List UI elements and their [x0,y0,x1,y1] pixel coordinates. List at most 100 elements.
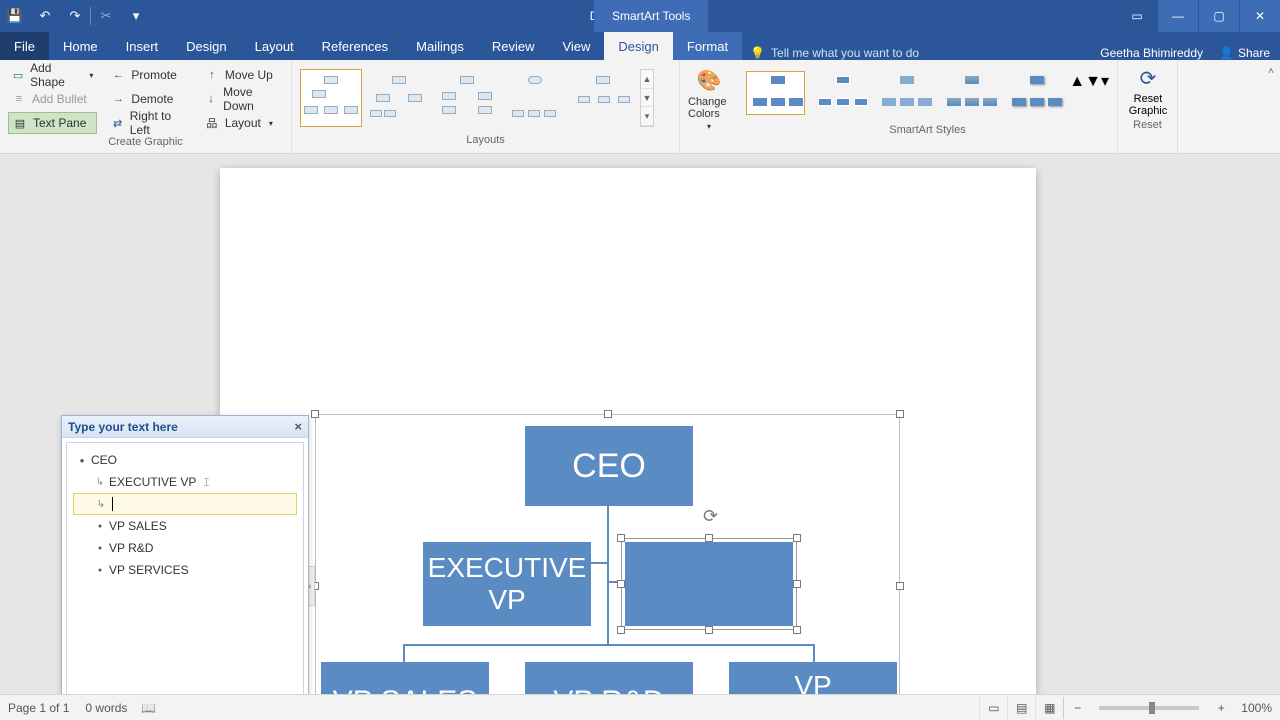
word-count[interactable]: 0 words [85,701,127,715]
node-ceo[interactable]: CEO [525,426,693,506]
view-read-icon[interactable]: ▭ [979,697,1007,719]
undo-icon[interactable]: ↶ [30,0,60,32]
node-vp-services[interactable]: VP SERVICES [729,662,897,694]
node-vp-rnd[interactable]: VP R&D [525,662,693,694]
layouts-gallery[interactable]: ▲▼▾ [300,64,671,132]
dropdown-caret-icon: ▾ [707,122,711,131]
zoom-slider[interactable] [1099,706,1199,710]
tab-review[interactable]: Review [478,32,549,60]
resize-handle[interactable] [617,534,625,542]
resize-handle[interactable] [311,410,319,418]
layout-thumb[interactable] [436,69,498,127]
connector-line [607,504,609,644]
text-item[interactable]: ●VP SALES [73,515,297,537]
zoom-in-button[interactable]: + [1207,697,1235,719]
layout-thumb[interactable] [504,69,566,127]
tab-layout[interactable]: Layout [241,32,308,60]
demote-button[interactable]: →Demote [107,88,190,110]
maximize-icon[interactable]: ▢ [1199,0,1239,32]
resize-handle[interactable] [617,626,625,634]
tab-design[interactable]: Design [172,32,240,60]
move-up-button[interactable]: ↑Move Up [201,64,283,86]
text-item-active[interactable]: ↳ [73,493,297,515]
bullet-icon: ● [91,567,109,574]
tab-mailings[interactable]: Mailings [402,32,478,60]
tab-smartart-design[interactable]: Design [604,32,672,60]
gallery-scroller[interactable]: ▲▼▾ [640,69,654,127]
zoom-level[interactable]: 100% [1241,701,1272,715]
layout-button[interactable]: 品Layout▾ [201,112,283,134]
style-thumb[interactable] [875,71,934,115]
redo-icon[interactable]: ↷ [60,0,90,32]
share-button[interactable]: 👤 Share [1219,46,1270,60]
style-thumb[interactable] [940,71,999,115]
group-label: Layouts [300,132,671,149]
resize-handle[interactable] [896,582,904,590]
style-thumb[interactable] [1005,71,1064,115]
indent-icon: ↳ [91,477,109,488]
signed-in-user[interactable]: Geetha Bhimireddy [1100,46,1203,60]
close-icon[interactable]: × [294,419,302,434]
tab-smartart-format[interactable]: Format [673,32,742,60]
text-item[interactable]: ●CEO [73,449,297,471]
ribbon-display-icon[interactable]: ▭ [1117,0,1157,32]
spellcheck-icon[interactable]: 📖 [141,701,156,715]
styles-gallery[interactable]: ▲▼▾ [746,64,1109,122]
resize-handle[interactable] [705,534,713,542]
promote-button[interactable]: ←Promote [107,64,190,86]
tab-view[interactable]: View [548,32,604,60]
bullet-icon: ● [73,456,91,465]
close-icon[interactable]: ✕ [1240,0,1280,32]
text-pane[interactable]: Type your text here × ●CEO ↳EXECUTIVE VP… [61,415,309,694]
text-item[interactable]: ●VP R&D [73,537,297,559]
resize-handle[interactable] [793,626,801,634]
resize-handle[interactable] [793,580,801,588]
document-area: › CEO EXECUTIVE VP ⟳ VP SALES VP R&D VP … [0,154,1280,694]
text-item[interactable]: ●VP SERVICES [73,559,297,581]
tab-insert[interactable]: Insert [112,32,173,60]
view-web-icon[interactable]: ▦ [1035,697,1063,719]
style-thumb[interactable] [811,71,870,115]
resize-handle[interactable] [617,580,625,588]
add-shape-button[interactable]: ▭Add Shape▾ [8,64,97,86]
add-bullet-button: ≡Add Bullet [8,88,97,110]
layout-thumb[interactable] [300,69,362,127]
style-thumb[interactable] [746,71,805,115]
node-vp-sales[interactable]: VP SALES [321,662,489,694]
save-icon[interactable]: 💾 [0,0,30,32]
lightbulb-icon: 💡 [750,46,765,60]
move-down-button[interactable]: ↓Move Down [201,88,283,110]
text-item[interactable]: ↳EXECUTIVE VP𝙸 [73,471,297,493]
text-pane-button[interactable]: ▤Text Pane [8,112,97,134]
page-indicator[interactable]: Page 1 of 1 [8,701,69,715]
connector-line [403,644,405,664]
qat-customize-icon[interactable]: ▾ [121,0,151,32]
node-executive-vp[interactable]: EXECUTIVE VP [423,542,591,626]
text-pane-header[interactable]: Type your text here × [62,416,308,438]
resize-handle[interactable] [793,534,801,542]
resize-handle[interactable] [604,410,612,418]
minimize-icon[interactable]: — [1158,0,1198,32]
resize-handle[interactable] [705,626,713,634]
collapse-ribbon-icon[interactable]: ˄ [1268,66,1274,77]
layout-thumb[interactable] [572,69,634,127]
change-colors-button[interactable]: 🎨 Change Colors ▾ [688,64,730,131]
cut-icon[interactable]: ✂ [91,0,121,32]
tell-me-search[interactable]: 💡 Tell me what you want to do [750,46,919,60]
rotate-handle-icon[interactable]: ⟳ [703,506,718,527]
layout-thumb[interactable] [368,69,430,127]
text-pane-body[interactable]: ●CEO ↳EXECUTIVE VP𝙸 ↳ ●VP SALES ●VP R&D … [66,442,304,694]
gallery-scroller[interactable]: ▲▼▾ [1069,71,1109,115]
reset-graphic-button[interactable]: ⟳ Reset Graphic [1126,64,1170,117]
tab-file[interactable]: File [0,32,49,60]
tab-home[interactable]: Home [49,32,112,60]
demote-icon: → [111,92,125,106]
dropdown-caret-icon: ▾ [89,71,93,80]
tab-references[interactable]: References [308,32,402,60]
view-print-icon[interactable]: ▤ [1007,697,1035,719]
zoom-out-button[interactable]: − [1063,697,1091,719]
resize-handle[interactable] [896,410,904,418]
right-to-left-button[interactable]: ⇄Right to Left [107,112,190,134]
smartart-frame[interactable]: › CEO EXECUTIVE VP ⟳ VP SALES VP R&D VP … [315,414,900,694]
group-label: Reset [1126,117,1169,134]
